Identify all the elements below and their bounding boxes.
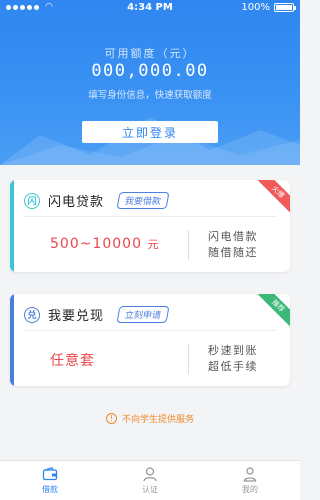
battery-percent: 100% (241, 2, 270, 13)
cashout-card[interactable]: 推荐 兑 我要兑现 立刻申请 任意套 秒速到账 超低手续 (10, 294, 290, 386)
profile-icon (243, 467, 257, 482)
card-title: 我要兑现 (48, 309, 105, 324)
notice-text: 不向学生提供服务 (121, 415, 194, 425)
card-accent-stripe (10, 180, 14, 272)
tab-loan[interactable]: 借款 (0, 461, 100, 500)
cashout-icon: 兑 (24, 306, 40, 323)
tab-label: 我的 (242, 485, 258, 494)
card-desc-line: 超低手续 (208, 360, 258, 373)
lightning-loan-icon: 闪 (24, 192, 40, 209)
credit-hint: 填写身份信息，快速获取额度 (88, 90, 212, 101)
card-divider (24, 330, 276, 331)
cashout-value-text: 任意套 (50, 353, 95, 369)
card-title: 闪电贷款 (48, 195, 105, 210)
bottom-tab-bar: 借款 认证 我的 (0, 460, 300, 500)
tab-mine[interactable]: 我的 (200, 461, 300, 500)
tab-label: 借款 (42, 485, 58, 494)
apply-tag-button[interactable]: 立刻申请 (116, 306, 170, 323)
card-desc-line: 闪电借款 (208, 230, 258, 243)
tab-label: 认证 (142, 485, 158, 494)
loan-range: 500~10000 元 (50, 236, 159, 252)
credit-amount: 000,000.00 (91, 61, 209, 81)
credit-label: 可用额度（元） (104, 47, 196, 60)
card-divider (24, 216, 276, 217)
card-desc-line: 随借随还 (208, 246, 258, 259)
card-description: 闪电借款 随借随还 (208, 229, 258, 261)
loan-range-value: 500~10000 (50, 236, 142, 252)
wallet-icon (42, 467, 58, 481)
card-desc-line: 秒速到账 (208, 344, 258, 357)
person-icon (143, 467, 157, 482)
tab-verify[interactable]: 认证 (100, 461, 200, 500)
hero-banner: ◠ 4:34 PM 100% 可用额度（元） 000,000.00 填写身份信息… (0, 0, 300, 165)
login-button[interactable]: 立即登录 (82, 121, 218, 143)
status-bar: ◠ 4:34 PM 100% (0, 0, 300, 16)
loan-range-unit: 元 (147, 238, 160, 251)
card-vertical-divider (188, 230, 189, 260)
cashout-value: 任意套 (50, 350, 95, 370)
hot-ribbon: 火爆 (253, 180, 290, 217)
borrow-tag-button[interactable]: 我要借款 (116, 192, 170, 209)
recommend-ribbon: 推荐 (253, 294, 290, 331)
warning-icon: ! (105, 413, 117, 424)
card-vertical-divider (188, 344, 189, 374)
card-accent-stripe (10, 294, 14, 386)
student-notice: ! 不向学生提供服务 (0, 412, 300, 425)
loan-card[interactable]: 火爆 闪 闪电贷款 我要借款 500~10000 元 闪电借款 随借随还 (10, 180, 290, 272)
card-description: 秒速到账 超低手续 (208, 343, 258, 375)
battery-icon (274, 3, 296, 12)
